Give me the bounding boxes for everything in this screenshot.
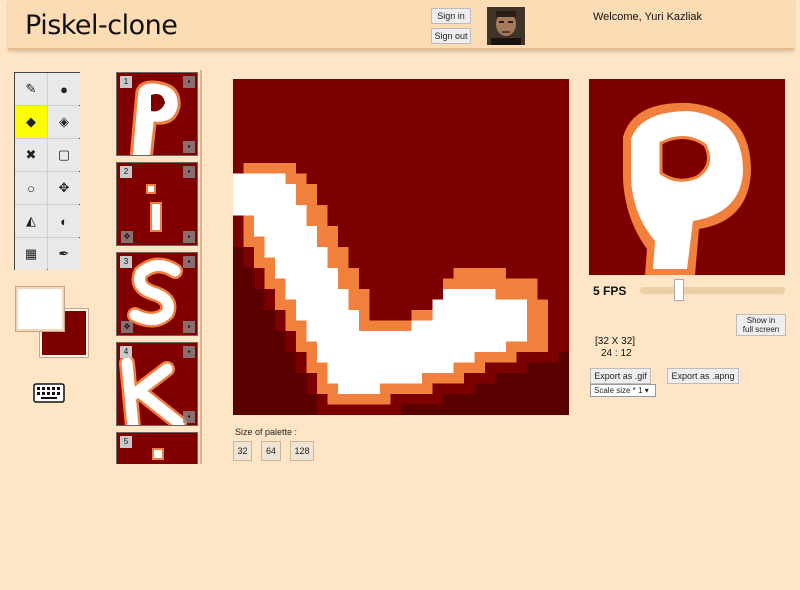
duplicate-frame-icon[interactable]: ▪ (183, 411, 195, 423)
sign-out-button[interactable]: Sign out (431, 28, 471, 44)
palette-size-128-button[interactable]: 128 (290, 441, 314, 461)
cursor-coordinates: 24 : 12 (601, 348, 632, 359)
sign-in-button[interactable]: Sign in (431, 8, 471, 24)
keyboard-shortcuts-icon[interactable] (33, 383, 65, 403)
palette-size-label: Size of palette : (235, 427, 298, 437)
frame-number: 1 (120, 76, 132, 88)
canvas-size-text: [32 X 32] (595, 336, 636, 347)
frame-number: 4 (120, 346, 132, 358)
frame-item[interactable]: 2 ▪ ✥ ▪ (116, 162, 198, 246)
palette-size-32-button[interactable]: 32 (233, 441, 252, 461)
frame-item[interactable]: 5 (116, 432, 198, 464)
eraser-tool[interactable]: ✖ (15, 139, 47, 171)
paint-same-pixels-tool[interactable]: ◈ (48, 106, 80, 138)
circle-tool[interactable]: ○ (15, 172, 47, 204)
select-rect-tool[interactable]: ▢ (48, 139, 80, 171)
primary-color-swatch[interactable] (16, 287, 64, 331)
fps-slider[interactable] (640, 287, 785, 294)
move-tool[interactable]: ✥ (48, 172, 80, 204)
delete-frame-icon[interactable]: ▪ (183, 166, 195, 178)
fullscreen-button[interactable]: Show in full screen (736, 314, 786, 336)
drawing-canvas[interactable] (233, 79, 569, 415)
fps-label: 5 FPS (593, 284, 627, 298)
avatar (487, 7, 525, 45)
fullscreen-label-line1: Show in (746, 316, 776, 325)
fps-slider-thumb[interactable] (674, 279, 684, 301)
delete-frame-icon[interactable]: ▪ (183, 76, 195, 88)
export-apng-button[interactable]: Export as .apng (667, 368, 739, 384)
stroke-tool[interactable]: ◭ (15, 205, 47, 237)
frame-item[interactable]: 3 ▪ ✥ ▪ (116, 252, 198, 336)
move-frame-icon[interactable]: ✥ (121, 321, 133, 333)
frame-item[interactable]: 1 ▪ ▪ (116, 72, 198, 156)
vertical-mirror-tool[interactable]: ● (48, 73, 80, 105)
app-header: Piskel-clone Sign in Sign out Welcome, Y… (8, 0, 794, 50)
frame-number: 3 (120, 256, 132, 268)
chevron-down-icon: ▾ (644, 386, 649, 395)
frame-number: 2 (120, 166, 132, 178)
frames-list: 1 ▪ ▪ 2 ▪ ✥ ▪ 3 ▪ ✥ ▪ 4 ▪ ▪ 5 (112, 70, 202, 464)
fullscreen-label-line2: full screen (742, 325, 780, 334)
palette-size-64-button[interactable]: 64 (261, 441, 281, 461)
scale-size-select[interactable]: Scale size * 1 ▾ (590, 384, 656, 397)
app-title: Piskel-clone (25, 10, 178, 41)
duplicate-frame-icon[interactable]: ▪ (183, 321, 195, 333)
delete-frame-icon[interactable]: ▪ (183, 346, 195, 358)
duplicate-frame-icon[interactable]: ▪ (183, 231, 195, 243)
animation-preview (589, 79, 785, 275)
duplicate-frame-icon[interactable]: ▪ (183, 141, 195, 153)
export-gif-button[interactable]: Export as .gif (590, 368, 651, 384)
delete-frame-icon[interactable]: ▪ (183, 256, 195, 268)
scale-size-value: Scale size * 1 (594, 386, 643, 395)
dithering-tool[interactable]: ▦ (15, 238, 47, 270)
paint-bucket-tool[interactable]: ◆ (15, 106, 47, 138)
move-frame-icon[interactable]: ✥ (121, 231, 133, 243)
frame-item[interactable]: 4 ▪ ▪ (116, 342, 198, 426)
color-picker-tool[interactable]: ✒ (48, 238, 80, 270)
welcome-text: Welcome, Yuri Kazliak (593, 11, 703, 23)
lighten-tool[interactable]: ◐ (48, 205, 80, 237)
tool-palette: ✎ ● ◆ ◈ ✖ ▢ ○ ✥ ◭ ◐ ▦ ✒ (14, 72, 80, 270)
pen-tool[interactable]: ✎ (15, 73, 47, 105)
frame-number: 5 (120, 436, 132, 448)
